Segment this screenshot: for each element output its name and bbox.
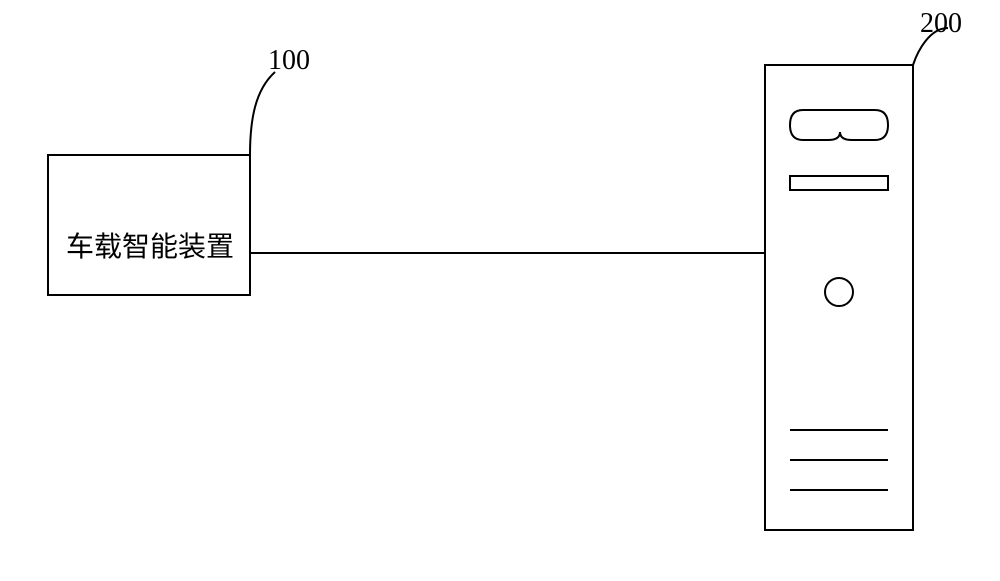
tower-power-button xyxy=(825,278,853,306)
leader-100 xyxy=(250,72,275,155)
tower-drive-slot xyxy=(790,176,888,190)
ref-label-200: 200 xyxy=(920,8,962,40)
diagram-canvas xyxy=(0,0,1000,581)
ref-label-100: 100 xyxy=(268,45,310,77)
device-box-label: 车载智能装置 xyxy=(60,225,240,265)
tower-top-slot xyxy=(790,110,888,140)
